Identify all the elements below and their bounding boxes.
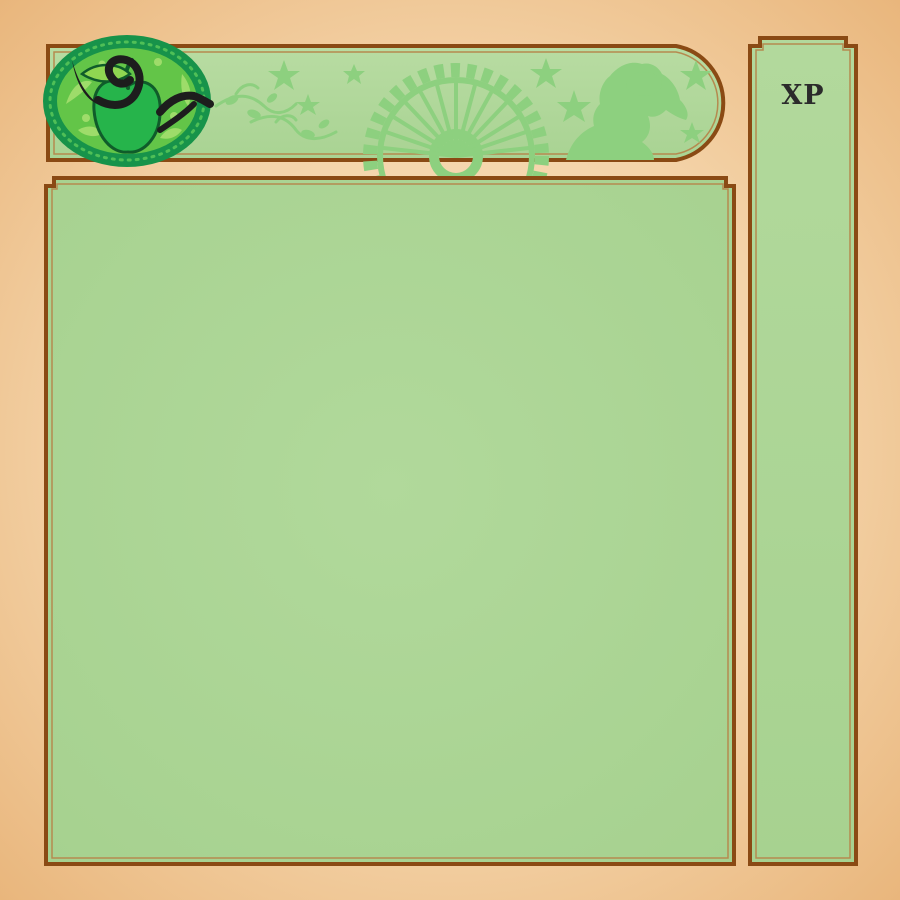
apple-serpent-emblem-icon bbox=[42, 34, 214, 168]
main-panel bbox=[44, 176, 736, 866]
xp-panel: XP bbox=[748, 36, 858, 866]
xp-label: XP bbox=[781, 80, 825, 111]
